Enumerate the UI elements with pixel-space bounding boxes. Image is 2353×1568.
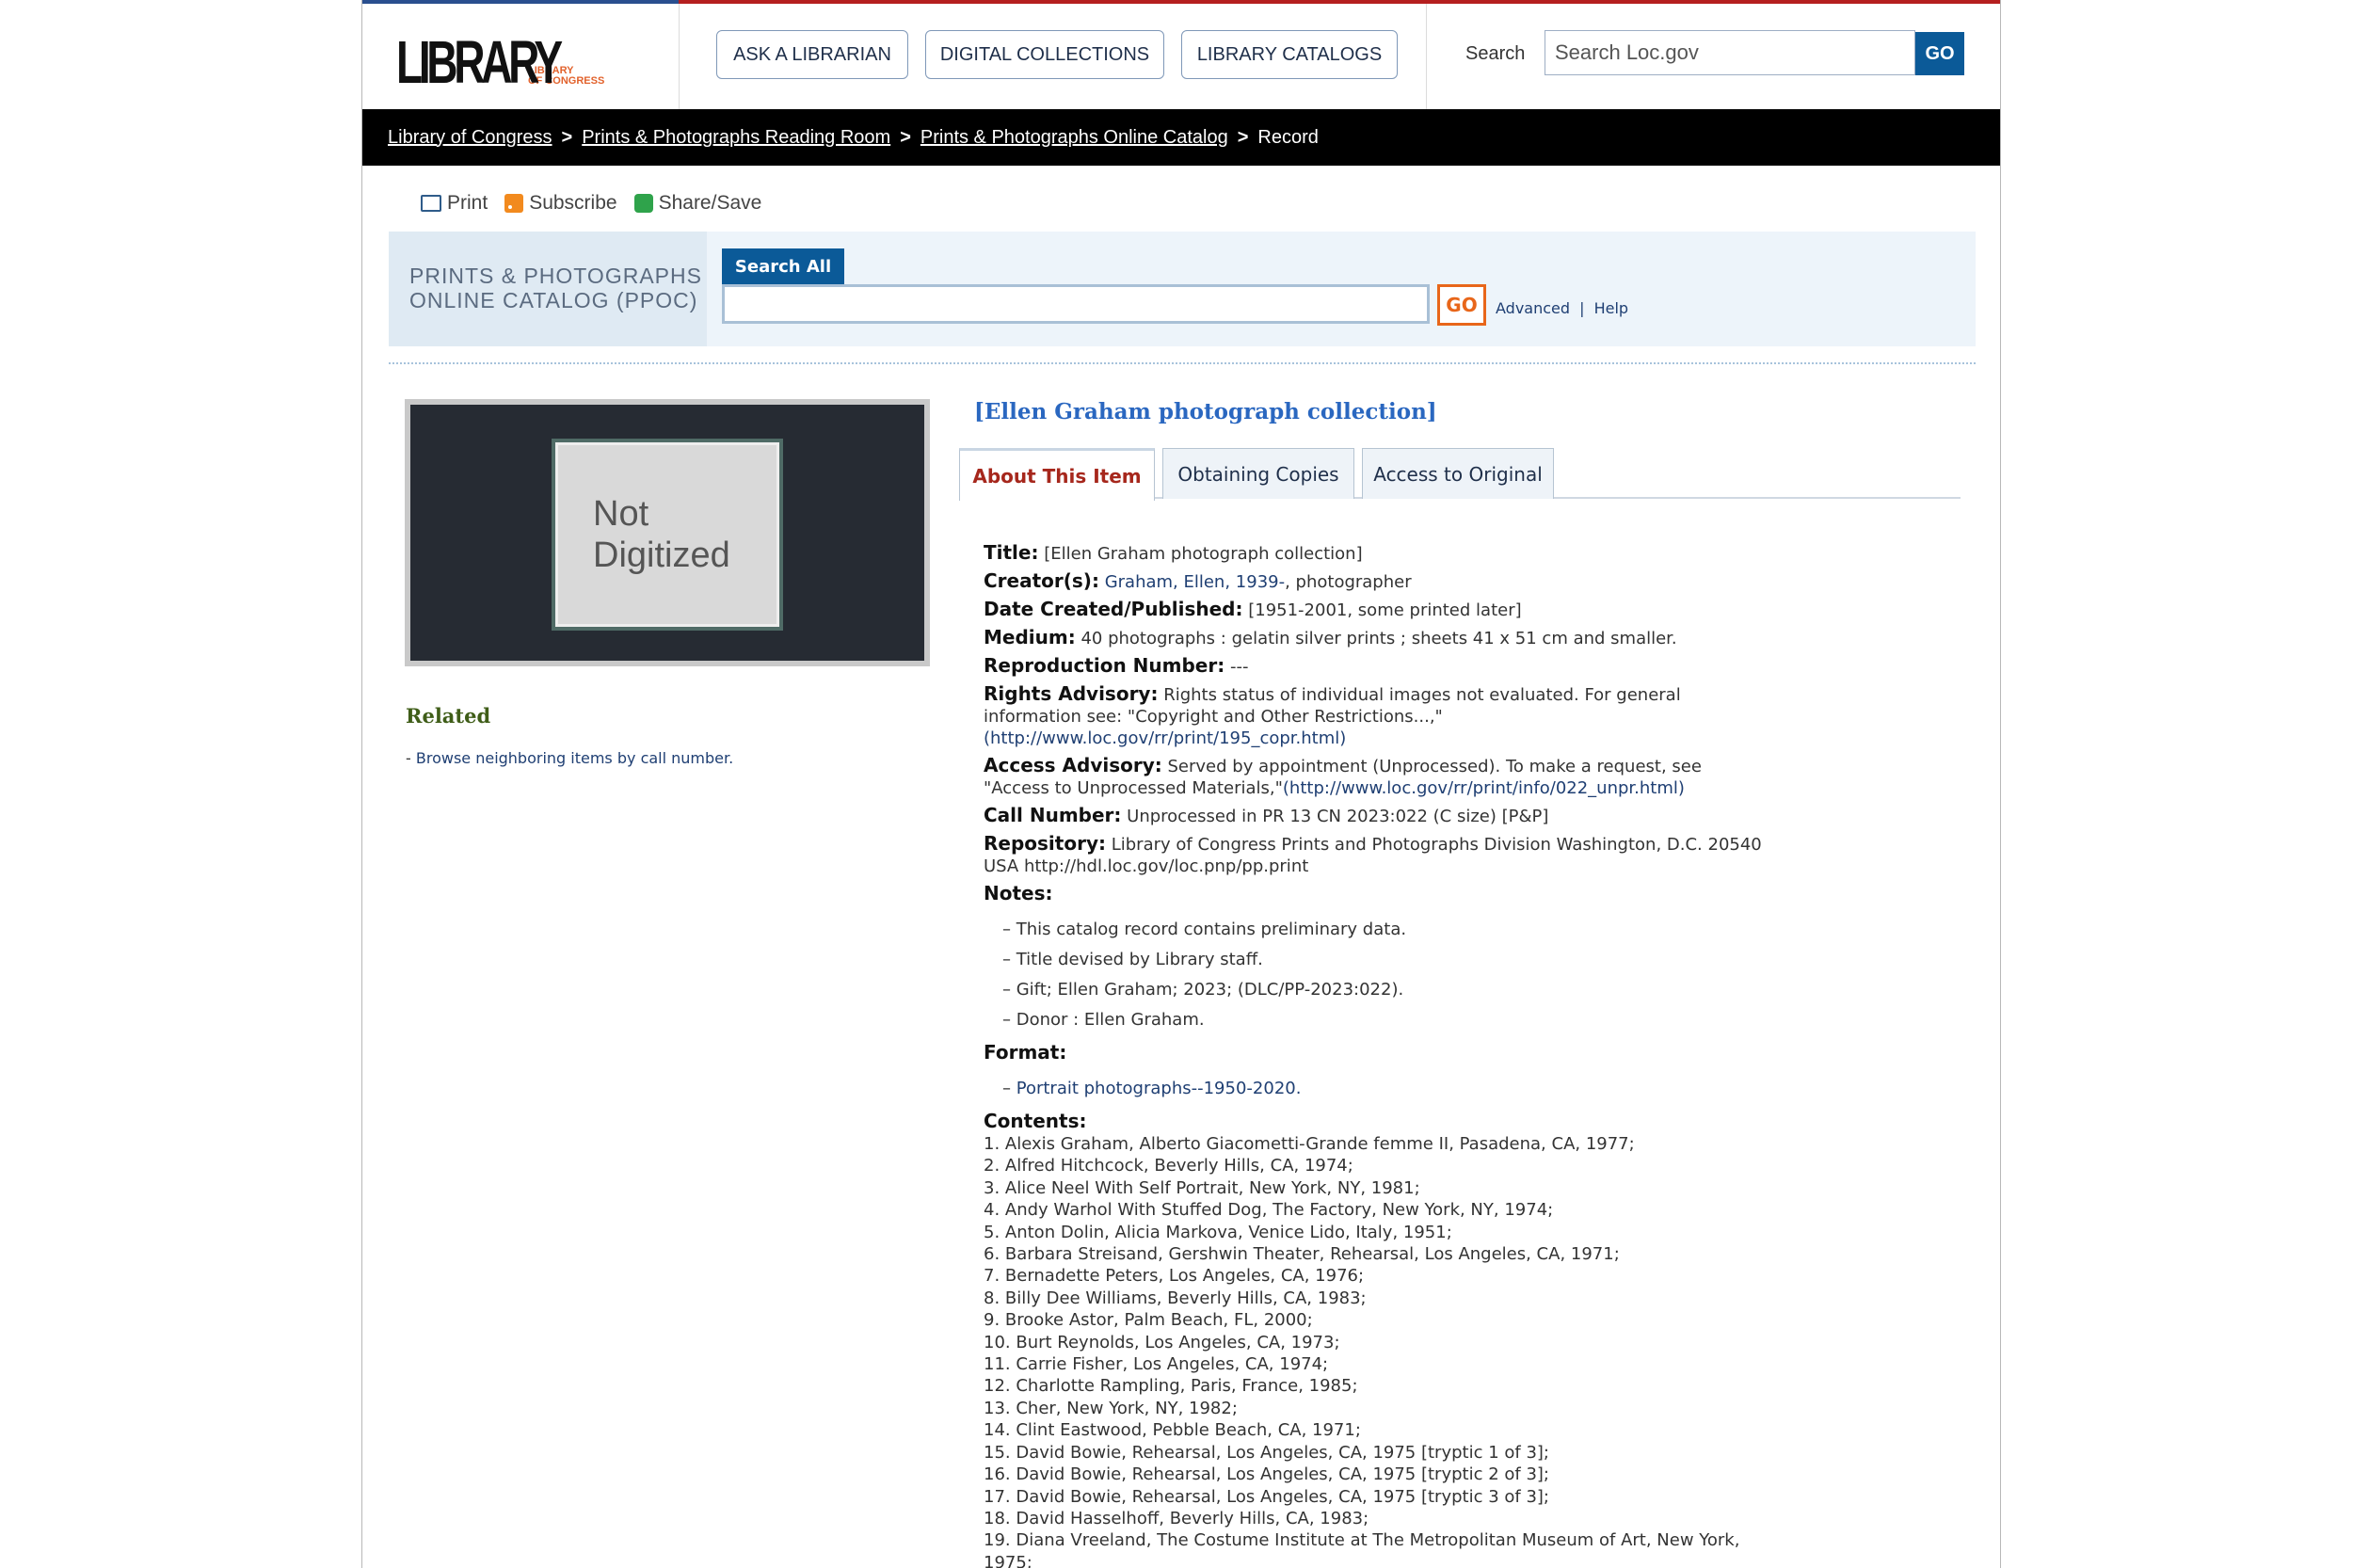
help-link[interactable]: Help [1594, 299, 1628, 317]
tab-about-this-item[interactable]: About This Item [959, 448, 1155, 501]
list-item: Gift; Ellen Graham; 2023; (DLC/PP-2023:0… [1002, 979, 1765, 1000]
list-item: 2. Alfred Hitchcock, Beverly Hills, CA, … [984, 1156, 1353, 1176]
ppoc-search-input[interactable] [722, 284, 1430, 324]
list-item: 7. Bernadette Peters, Los Angeles, CA, 1… [984, 1266, 1365, 1287]
field-call-number: Call Number: Unprocessed in PR 13 CN 202… [984, 804, 1549, 827]
page-tools: Print Subscribe Share/Save [421, 192, 761, 215]
search-placeholder: Search Loc.gov [1555, 40, 1699, 64]
subscribe-link[interactable]: Subscribe [504, 192, 617, 215]
ppoc-search-panel: PRINTS & PHOTOGRAPHS ONLINE CATALOG (PPOC… [389, 232, 1976, 346]
list-item: 9. Brooke Astor, Palm Beach, FL, 2000; [984, 1310, 1313, 1331]
library-catalogs-button[interactable]: LIBRARY CATALOGS [1181, 30, 1398, 79]
breadcrumb: Library of Congress > Prints & Photograp… [362, 109, 2000, 166]
list-item: This catalog record contains preliminary… [1002, 919, 1765, 940]
unprocessed-materials-link[interactable]: (http://www.loc.gov/rr/print/info/022_un… [1283, 778, 1685, 798]
rss-icon [504, 194, 524, 213]
list-item: 13. Cher, New York, NY, 1982; [984, 1398, 1238, 1418]
list-item: 5. Anton Dolin, Alicia Markova, Venice L… [984, 1222, 1452, 1242]
related-item: - Browse neighboring items by call numbe… [406, 749, 734, 767]
list-item: 6. Barbara Streisand, Gershwin Theater, … [984, 1244, 1620, 1265]
list-item: 14. Clint Eastwood, Pebble Beach, CA, 19… [984, 1420, 1361, 1441]
ppoc-go-button[interactable]: GO [1437, 284, 1486, 326]
tab-access-to-original[interactable]: Access to Original [1362, 448, 1554, 499]
breadcrumb-reading-room[interactable]: Prints & Photographs Reading Room [582, 127, 890, 149]
site-search-input[interactable]: Search Loc.gov [1545, 30, 1915, 75]
list-item: Donor : Ellen Graham. [1002, 1009, 1765, 1031]
list-item: 4. Andy Warhol With Stuffed Dog, The Fac… [984, 1200, 1554, 1221]
print-link[interactable]: Print [421, 192, 488, 215]
list-item: 12. Charlotte Rampling, Paris, France, 1… [984, 1376, 1358, 1397]
tab-obtaining-copies[interactable]: Obtaining Copies [1162, 448, 1354, 499]
contents-list: 1. Alexis Graham, Alberto Giacometti-Gra… [984, 1133, 1765, 1568]
item-tabs: About This Item Obtaining Copies Access … [959, 448, 1961, 501]
list-item: 18. David Hasselhoff, Beverly Hills, CA,… [984, 1508, 1369, 1528]
breadcrumb-online-catalog[interactable]: Prints & Photographs Online Catalog [920, 127, 1228, 149]
not-digitized-placeholder: Not Digitized [552, 439, 783, 631]
ppoc-links: Advanced | Help [1496, 299, 1629, 317]
field-creator: Creator(s): Graham, Ellen, 1939-, photog… [984, 569, 1412, 593]
site-search-go-button[interactable]: GO [1915, 32, 1964, 75]
browse-neighboring-link[interactable]: Browse neighboring items by call number. [416, 749, 733, 767]
field-access-advisory: Access Advisory: Served by appointment (… [984, 754, 1702, 799]
list-item: 8. Billy Dee Williams, Beverly Hills, CA… [984, 1288, 1367, 1308]
copyright-restrictions-link[interactable]: (http://www.loc.gov/rr/print/195_copr.ht… [984, 728, 1346, 748]
list-item: 15. David Bowie, Rehearsal, Los Angeles,… [984, 1442, 1549, 1463]
notes-list: This catalog record contains preliminary… [1002, 919, 1765, 1031]
ask-a-librarian-button[interactable]: ASK A LIBRARIAN [716, 30, 908, 79]
search-label: Search [1465, 43, 1526, 64]
list-item: 17. David Bowie, Rehearsal, Los Angeles,… [984, 1486, 1549, 1507]
field-medium: Medium: 40 photographs : gelatin silver … [984, 626, 1677, 649]
printer-icon [421, 195, 441, 212]
field-title: Title: [Ellen Graham photograph collecti… [984, 541, 1363, 565]
creator-link[interactable]: Graham, Ellen, 1939- [1105, 572, 1285, 592]
field-rights-advisory: Rights Advisory: Rights status of indivi… [984, 682, 1681, 749]
field-notes-label: Notes: [984, 882, 1053, 904]
list-item: 16. David Bowie, Rehearsal, Los Angeles,… [984, 1464, 1549, 1485]
advanced-search-link[interactable]: Advanced [1496, 299, 1570, 317]
field-reproduction-number: Reproduction Number: --- [984, 654, 1249, 678]
list-item: 10. Burt Reynolds, Los Angeles, CA, 1973… [984, 1332, 1340, 1352]
digital-collections-button[interactable]: DIGITAL COLLECTIONS [925, 30, 1164, 79]
breadcrumb-library-of-congress[interactable]: Library of Congress [388, 127, 552, 149]
ppoc-label[interactable]: PRINTS & PHOTOGRAPHS ONLINE CATALOG (PPOC… [389, 232, 707, 346]
list-item: 19. Diana Vreeland, The Costume Institut… [984, 1530, 1740, 1568]
record-details: Title: [Ellen Graham photograph collecti… [984, 542, 1765, 1568]
divider [389, 362, 1976, 364]
breadcrumb-current: Record [1257, 126, 1319, 148]
logo-wordmark: LIBRARY [396, 28, 563, 96]
item-title: [Ellen Graham photograph collection] [974, 399, 1437, 424]
field-format-label: Format: [984, 1041, 1067, 1064]
library-logo[interactable]: LIBRARY LIBRARY OF CONGRESS [396, 28, 604, 96]
share-icon [633, 194, 653, 213]
list-item: Title devised by Library staff. [1002, 949, 1765, 970]
related-heading: Related [406, 704, 491, 728]
field-contents-label: Contents: [984, 1110, 1087, 1132]
field-date: Date Created/Published: [1951-2001, some… [984, 598, 1522, 621]
list-item: Portrait photographs--1950-2020. [1002, 1078, 1765, 1099]
page: LIBRARY LIBRARY OF CONGRESS ASK A LIBRARI… [361, 0, 2001, 1568]
format-link[interactable]: Portrait photographs--1950-2020. [1016, 1079, 1302, 1098]
list-item: 1. Alexis Graham, Alberto Giacometti-Gra… [984, 1134, 1635, 1154]
format-list: Portrait photographs--1950-2020. [1002, 1078, 1765, 1099]
list-item: 3. Alice Neel With Self Portrait, New Yo… [984, 1177, 1420, 1198]
field-repository: Repository: Library of Congress Prints a… [984, 832, 1762, 877]
item-thumbnail: Not Digitized [405, 399, 930, 666]
site-header: LIBRARY LIBRARY OF CONGRESS ASK A LIBRARI… [362, 4, 2000, 126]
share-save-link[interactable]: Share/Save [633, 192, 761, 215]
search-all-tab[interactable]: Search All [722, 248, 844, 292]
list-item: 11. Carrie Fisher, Los Angeles, CA, 1974… [984, 1354, 1329, 1375]
